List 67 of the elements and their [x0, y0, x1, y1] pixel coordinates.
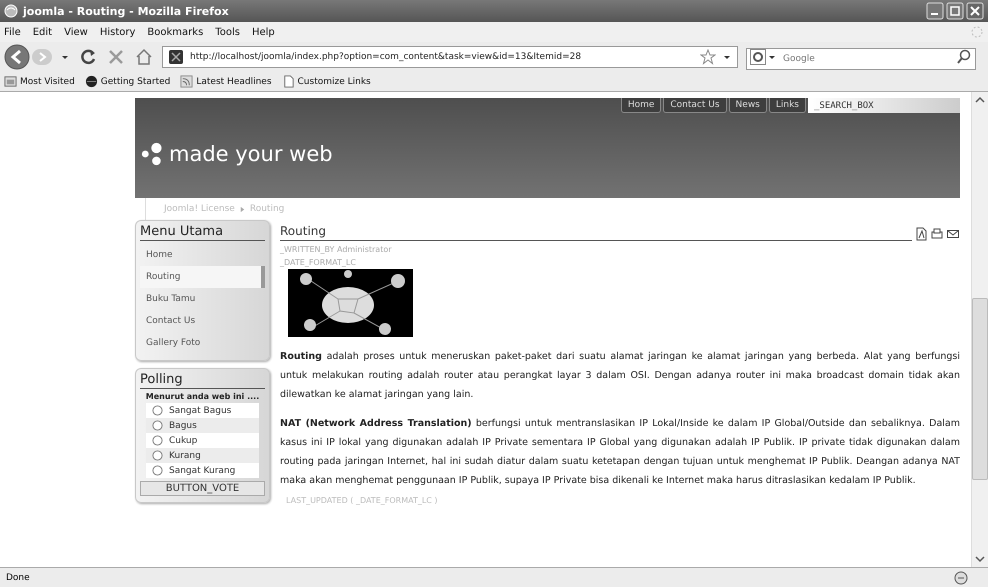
menu-item[interactable]: File	[4, 26, 21, 38]
menu-item[interactable]: History	[100, 26, 136, 38]
menu-item[interactable]: View	[64, 26, 88, 38]
globe-icon	[4, 4, 18, 18]
scrollbar[interactable]	[971, 92, 988, 567]
date-text: _DATE_FORMAT_LC	[280, 258, 357, 267]
author-text: _WRITTEN_BY Administrator	[280, 245, 393, 254]
bookmark-item[interactable]: Most Visited	[4, 75, 75, 88]
globe-icon	[84, 75, 98, 88]
search-icon[interactable]	[956, 49, 972, 65]
home-icon[interactable]	[134, 47, 154, 67]
radio-button[interactable]	[152, 450, 163, 461]
nav-tab[interactable]: News	[728, 98, 767, 113]
scroll-thumb[interactable]	[972, 298, 988, 480]
bookmark-item[interactable]: Customize Links	[282, 75, 371, 88]
email-icon[interactable]	[946, 227, 960, 241]
menu-link[interactable]: Home	[140, 244, 265, 266]
article-paragraph: NAT (Network Address Translation) berfungsi untuk mentranslasikan IP Lokal/Inside ke dalam IP Global/Outside dan sebaliknya. Dalam kasus ini IP lokal yang digunakan adalah IP Private sementara IP Global yang digunakan adalah IP Publik. IP private tidak digunakan dalam routing pada jaringan Internet, hal ini sudah diatur dalam suatu ketetapan dengan tujuan untuk menghemat IP Publik. Deangan adanya NAT maka akan menghemat penggunaan IP Publik, supaya IP Private bisa dikenali ke Internet maka harus ditraslasikan kedalam IP Publik.	[280, 417, 960, 488]
radio-button[interactable]	[152, 435, 163, 446]
option-label: Bagus	[169, 420, 197, 430]
option-label: Kurang	[169, 450, 201, 460]
poll-question: Menurut anda web ini ....	[144, 392, 260, 401]
folder-icon	[4, 75, 17, 88]
close-icon[interactable]	[966, 2, 984, 20]
feed-icon	[180, 75, 194, 88]
vote-button[interactable]: BUTTON_VOTE	[140, 481, 265, 496]
nav-tab[interactable]: Contact Us	[663, 98, 727, 113]
last-updated-text: LAST_UPDATED ( _DATE_FORMAT_LC )	[286, 496, 439, 505]
menu-item[interactable]: Help	[252, 26, 275, 38]
panel-title: Polling	[140, 372, 265, 389]
menu-link[interactable]: Buku Tamu	[140, 288, 265, 310]
site-logo: made your web	[169, 142, 333, 166]
site-icon	[168, 49, 184, 65]
menu-link[interactable]: Routing	[140, 266, 265, 288]
star-icon[interactable]	[700, 49, 716, 65]
window-title: joomla - Routing - Mozilla Firefox	[23, 4, 230, 18]
bookmark-item[interactable]: Latest Headlines	[180, 75, 272, 88]
menu-item[interactable]: Bookmarks	[147, 26, 204, 38]
pdf-icon[interactable]	[914, 227, 928, 241]
radio-button[interactable]	[152, 465, 163, 476]
print-icon[interactable]	[930, 227, 944, 241]
nav-tab[interactable]: Home	[620, 98, 662, 113]
menu-link[interactable]: Contact Us	[140, 310, 265, 332]
article-paragraph: Routing adalah proses untuk meneruskan paket-paket dari suatu alamat jaringan ke alamat jaringan yang berbeda. Alat yang berfungsi untuk melakukan routing adalah router atau perangkat layar 3 dalam OSI. Dengan adanya router ini maka broadcast domain tidak akan dilewatkan ke alamat jaringan yang lain.	[280, 350, 960, 402]
reload-icon[interactable]	[78, 47, 98, 67]
option-label: Sangat Bagus	[169, 406, 232, 416]
status-text: Done	[6, 572, 31, 582]
nav-tab[interactable]: Links	[768, 98, 806, 113]
menu-link[interactable]: Gallery Foto	[140, 332, 265, 354]
maximize-icon[interactable]	[946, 2, 964, 20]
panel-title: Menu Utama	[140, 224, 265, 241]
menu-item[interactable]: Edit	[32, 26, 52, 38]
option-label: Sangat Kurang	[169, 466, 236, 476]
throbber-icon	[970, 25, 984, 39]
option-label: Cukup	[169, 436, 198, 446]
arrow-icon	[238, 206, 246, 212]
address-bar[interactable]: http://localhost/joomla/index.php?option=com_content&task=view&id=13&Itemid=28	[162, 46, 738, 68]
search-field[interactable]: _SEARCH_BOX	[808, 98, 960, 113]
article-title: Routing	[280, 224, 912, 241]
bookmark-item[interactable]: Getting Started	[84, 75, 170, 88]
radio-button[interactable]	[152, 420, 163, 431]
radio-button[interactable]	[152, 405, 163, 416]
status-icon	[954, 570, 968, 584]
search-field[interactable]: Google	[746, 48, 976, 70]
menu-item[interactable]: Tools	[215, 26, 240, 38]
minimize-icon[interactable]	[926, 2, 944, 20]
page-icon	[282, 75, 295, 88]
